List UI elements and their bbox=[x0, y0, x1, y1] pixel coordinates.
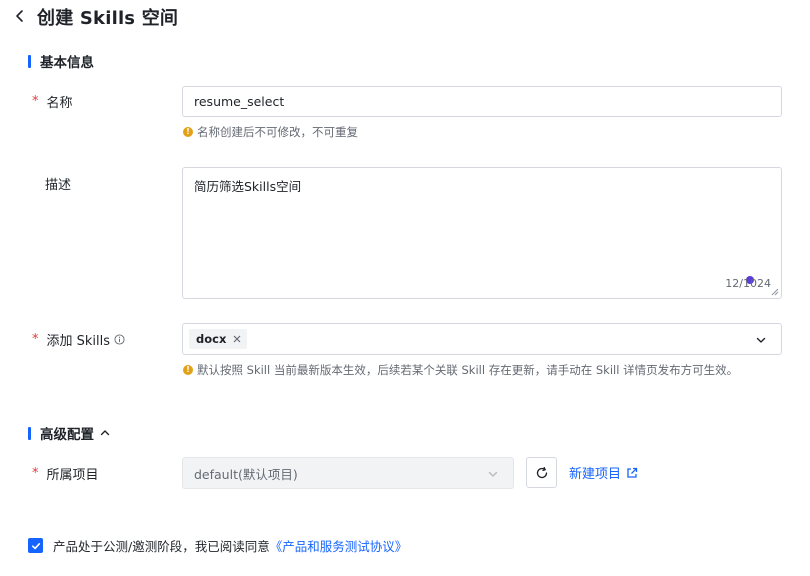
page-title: 创建 Skills 空间 bbox=[37, 8, 179, 29]
name-hint: ! 名称创建后不可修改，不可重复 bbox=[183, 124, 358, 140]
required-mark: * bbox=[32, 466, 39, 481]
section-advanced-config[interactable]: 高级配置 bbox=[28, 423, 111, 443]
chevron-down-icon bbox=[488, 471, 498, 477]
new-project-link[interactable]: 新建项目 bbox=[569, 463, 638, 482]
skills-label-text: 添加 Skills bbox=[46, 334, 111, 349]
section-basic-info-title: 基本信息 bbox=[40, 55, 94, 71]
new-project-link-text: 新建项目 bbox=[569, 467, 622, 482]
refresh-icon bbox=[536, 466, 547, 478]
section-accent-bar bbox=[28, 426, 31, 440]
skill-tag: docx bbox=[189, 329, 248, 349]
chevron-down-icon[interactable] bbox=[755, 334, 767, 346]
name-hint-text: 名称创建后不可修改，不可重复 bbox=[197, 125, 358, 139]
close-icon[interactable] bbox=[232, 334, 242, 344]
project-select-value: default(默认项目) bbox=[194, 466, 298, 482]
warning-icon: ! bbox=[183, 365, 193, 375]
required-mark: * bbox=[32, 94, 39, 109]
name-label: * 名称 bbox=[32, 92, 73, 111]
agreement-link[interactable]: 《产品和服务测试协议》 bbox=[270, 536, 408, 555]
section-advanced-title: 高级配置 bbox=[40, 427, 94, 443]
name-input[interactable]: resume_select bbox=[182, 86, 782, 117]
chevron-up-icon[interactable] bbox=[99, 427, 111, 439]
skills-label: * 添加 Skills bbox=[32, 330, 125, 349]
project-select[interactable]: default(默认项目) bbox=[182, 457, 514, 489]
skills-hint: ! 默认按照 Skill 当前最新版本生效，后续若某个关联 Skill 存在更新… bbox=[183, 362, 738, 378]
project-label-text: 所属项目 bbox=[46, 468, 99, 483]
agreement-row: 产品处于公测/邀测阶段，我已阅读同意 《产品和服务测试协议》 bbox=[28, 536, 407, 555]
resize-handle-icon[interactable] bbox=[771, 288, 779, 296]
name-label-text: 名称 bbox=[46, 96, 73, 111]
skills-hint-text: 默认按照 Skill 当前最新版本生效，后续若某个关联 Skill 存在更新，请… bbox=[197, 363, 739, 377]
description-label-text: 描述 bbox=[45, 178, 72, 193]
page-header: 创建 Skills 空间 bbox=[0, 0, 810, 32]
external-link-icon bbox=[627, 467, 638, 478]
project-label: * 所属项目 bbox=[32, 464, 99, 483]
description-textarea[interactable]: 简历筛选Skills空间 12/1024 bbox=[182, 167, 782, 299]
agreement-text: 产品处于公测/邀测阶段，我已阅读同意 bbox=[53, 539, 270, 554]
warning-icon: ! bbox=[183, 127, 193, 137]
agreement-checkbox[interactable] bbox=[28, 538, 43, 553]
description-counter: 12/1024 bbox=[725, 277, 771, 290]
description-value: 简历筛选Skills空间 bbox=[194, 179, 302, 194]
required-mark: * bbox=[32, 332, 39, 347]
checkmark-icon bbox=[31, 542, 40, 549]
chevron-left-icon[interactable] bbox=[13, 8, 27, 24]
skills-select[interactable]: docx bbox=[182, 323, 782, 355]
section-basic-info: 基本信息 bbox=[28, 51, 94, 71]
description-label: 描述 bbox=[45, 174, 71, 193]
skill-tag-label: docx bbox=[196, 332, 227, 346]
refresh-button[interactable] bbox=[526, 457, 557, 488]
info-circle-icon[interactable] bbox=[114, 334, 125, 345]
section-accent-bar bbox=[28, 54, 31, 68]
